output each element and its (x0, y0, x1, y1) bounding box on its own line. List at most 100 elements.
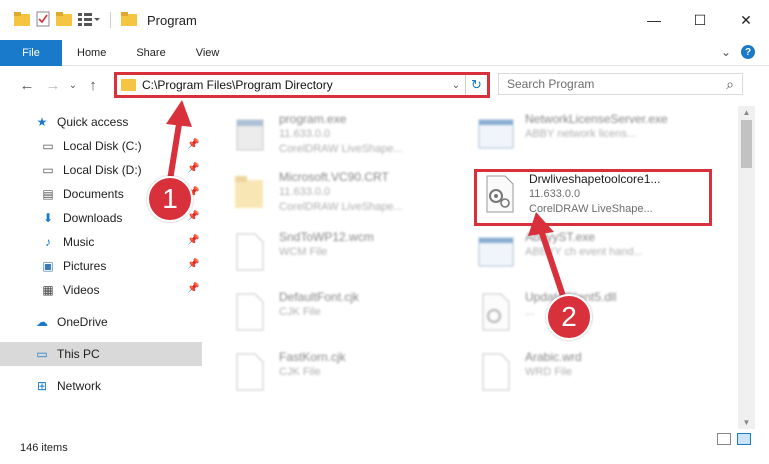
file-name: FastKorn.cjk (279, 350, 346, 364)
address-bar[interactable]: C:\Program Files\Program Directory ⌄ ↻ (114, 72, 490, 98)
title-bar: Program — ☐ ✕ (0, 0, 769, 40)
sidebar-item-this-pc[interactable]: ▭ This PC (34, 342, 100, 366)
pictures-icon: ▣ (42, 259, 54, 273)
quick-access-toolbar: Program (0, 11, 197, 30)
pin-icon[interactable]: 📌 (187, 163, 199, 174)
sidebar-item-pictures[interactable]: ▣ Pictures (40, 254, 106, 278)
sidebar-item-local-disk-d[interactable]: ▭ Local Disk (D:) (40, 158, 142, 182)
sidebar-item-label: Downloads (63, 211, 123, 225)
scroll-down-arrow-icon[interactable]: ▼ (738, 418, 755, 427)
folder-icon[interactable] (14, 11, 30, 29)
exe-icon (236, 119, 264, 151)
file-item[interactable]: Arabic.wrd WRD File (477, 350, 582, 404)
file-item[interactable]: SndToWP12.wcm WCM File (231, 230, 374, 284)
properties-icon[interactable] (36, 11, 50, 30)
disk-icon: ▭ (42, 139, 54, 153)
exe-icon (478, 237, 514, 267)
file-type: WCM File (279, 246, 328, 258)
blank-file-icon (482, 353, 510, 391)
view-menu-icon[interactable] (78, 12, 100, 29)
file-name: SndToWP12.wcm (279, 230, 374, 244)
scroll-up-arrow-icon[interactable]: ▲ (738, 108, 755, 117)
downloads-icon: ⬇ (42, 211, 54, 225)
tab-view[interactable]: View (181, 47, 235, 59)
back-button[interactable]: ← (14, 77, 40, 94)
tab-file[interactable]: File (0, 39, 62, 66)
file-name: DefaultFont.cjk (279, 290, 360, 304)
ribbon-right-controls: ⌄ ? (721, 45, 755, 59)
file-item[interactable]: AbbyyST.exe ABBYY ch event hand... (477, 230, 643, 284)
up-button[interactable]: ↑ (80, 77, 106, 94)
file-description: ABBY network licens... (525, 128, 637, 140)
tab-share[interactable]: Share (121, 47, 180, 59)
sidebar-item-downloads[interactable]: ⬇ Downloads (40, 206, 122, 230)
star-icon: ★ (36, 115, 48, 129)
view-toggle (717, 433, 751, 445)
pin-icon[interactable]: 📌 (187, 235, 199, 246)
refresh-button[interactable]: ↻ (465, 75, 487, 95)
search-icon[interactable]: ⌕ (726, 76, 734, 93)
sidebar-item-label: OneDrive (57, 315, 108, 329)
close-button[interactable]: ✕ (723, 0, 769, 40)
new-folder-icon[interactable] (56, 11, 72, 29)
sidebar-item-label: This PC (57, 347, 100, 361)
file-version: 11.633.0.0 (279, 186, 331, 198)
help-icon[interactable]: ? (741, 45, 755, 59)
file-item[interactable]: NetworkLicenseServer.exe ABBY network lic… (477, 112, 668, 166)
folder-icon (121, 79, 136, 91)
toolbar-divider (110, 12, 111, 28)
file-item[interactable]: DefaultFont.cjk CJK File (231, 290, 359, 344)
computer-icon: ▭ (36, 347, 48, 361)
sidebar-item-documents[interactable]: ▤ Documents (40, 182, 124, 206)
maximize-button[interactable]: ☐ (677, 0, 723, 40)
navigation-pane: ★ Quick access ▭ Local Disk (C:) 📌 ▭ Loc… (0, 106, 204, 426)
pin-icon[interactable]: 📌 (187, 283, 199, 294)
file-version: 11.633.0.0 (279, 128, 331, 140)
file-list: program.exe 11.633.0.0 CorelDRAW LiveShape… (205, 106, 738, 426)
vertical-scrollbar[interactable]: ▲ ▼ (738, 106, 755, 429)
file-type: CJK File (279, 306, 321, 318)
exe-icon (478, 119, 514, 149)
large-icons-view-icon[interactable] (737, 433, 751, 445)
file-item[interactable]: Microsoft.VC90.CRT 11.633.0.0 CorelDRAW Li… (231, 170, 403, 224)
search-input[interactable] (507, 77, 727, 91)
scroll-thumb[interactable] (741, 120, 752, 168)
pin-icon[interactable]: 📌 (187, 211, 199, 222)
sidebar-item-label: Documents (63, 187, 124, 201)
file-name: AbbyyST.exe (525, 230, 596, 244)
sidebar-item-videos[interactable]: ▦ Videos (40, 278, 99, 302)
quick-access[interactable]: ★ Quick access (34, 110, 129, 134)
search-box[interactable]: ⌕ (498, 73, 743, 95)
status-bar: 146 items (0, 432, 769, 464)
navigation-bar: ← → ⌄ ↑ C:\Program Files\Program Directo… (0, 67, 769, 103)
file-name: NetworkLicenseServer.exe (525, 112, 668, 126)
sidebar-item-network[interactable]: ⊞ Network (34, 374, 101, 398)
expand-ribbon-icon[interactable]: ⌄ (721, 45, 731, 59)
file-item[interactable]: program.exe 11.633.0.0 CorelDRAW LiveShape… (231, 112, 403, 166)
disk-icon: ▭ (42, 163, 54, 177)
blank-file-icon (236, 293, 264, 331)
pin-icon[interactable]: 📌 (187, 259, 199, 270)
network-icon: ⊞ (36, 379, 48, 393)
tab-home[interactable]: Home (62, 47, 121, 59)
details-view-icon[interactable] (717, 433, 731, 445)
documents-icon: ▤ (42, 187, 54, 201)
pin-icon[interactable]: 📌 (187, 139, 199, 150)
minimize-button[interactable]: — (631, 0, 677, 40)
address-path[interactable]: C:\Program Files\Program Directory (142, 78, 447, 92)
sidebar-item-local-disk-c[interactable]: ▭ Local Disk (C:) (40, 134, 142, 158)
recent-locations-button[interactable]: ⌄ (66, 80, 80, 91)
selected-row-highlight (0, 342, 202, 366)
address-dropdown-icon[interactable]: ⌄ (447, 80, 465, 91)
sidebar-item-music[interactable]: ♪ Music (40, 230, 94, 254)
sidebar-item-label: Videos (63, 283, 100, 297)
sidebar-item-label: Local Disk (C:) (63, 139, 142, 153)
sidebar-item-label: Local Disk (D:) (63, 163, 142, 177)
forward-button[interactable]: → (40, 77, 66, 94)
music-icon: ♪ (45, 235, 51, 249)
quick-access-label: Quick access (57, 115, 129, 129)
ribbon-tabs: File Home Share View ⌄ ? (0, 39, 769, 66)
sidebar-item-onedrive[interactable]: ☁ OneDrive (34, 310, 108, 334)
file-item[interactable]: FastKorn.cjk CJK File (231, 350, 346, 404)
file-name: program.exe (279, 112, 347, 126)
